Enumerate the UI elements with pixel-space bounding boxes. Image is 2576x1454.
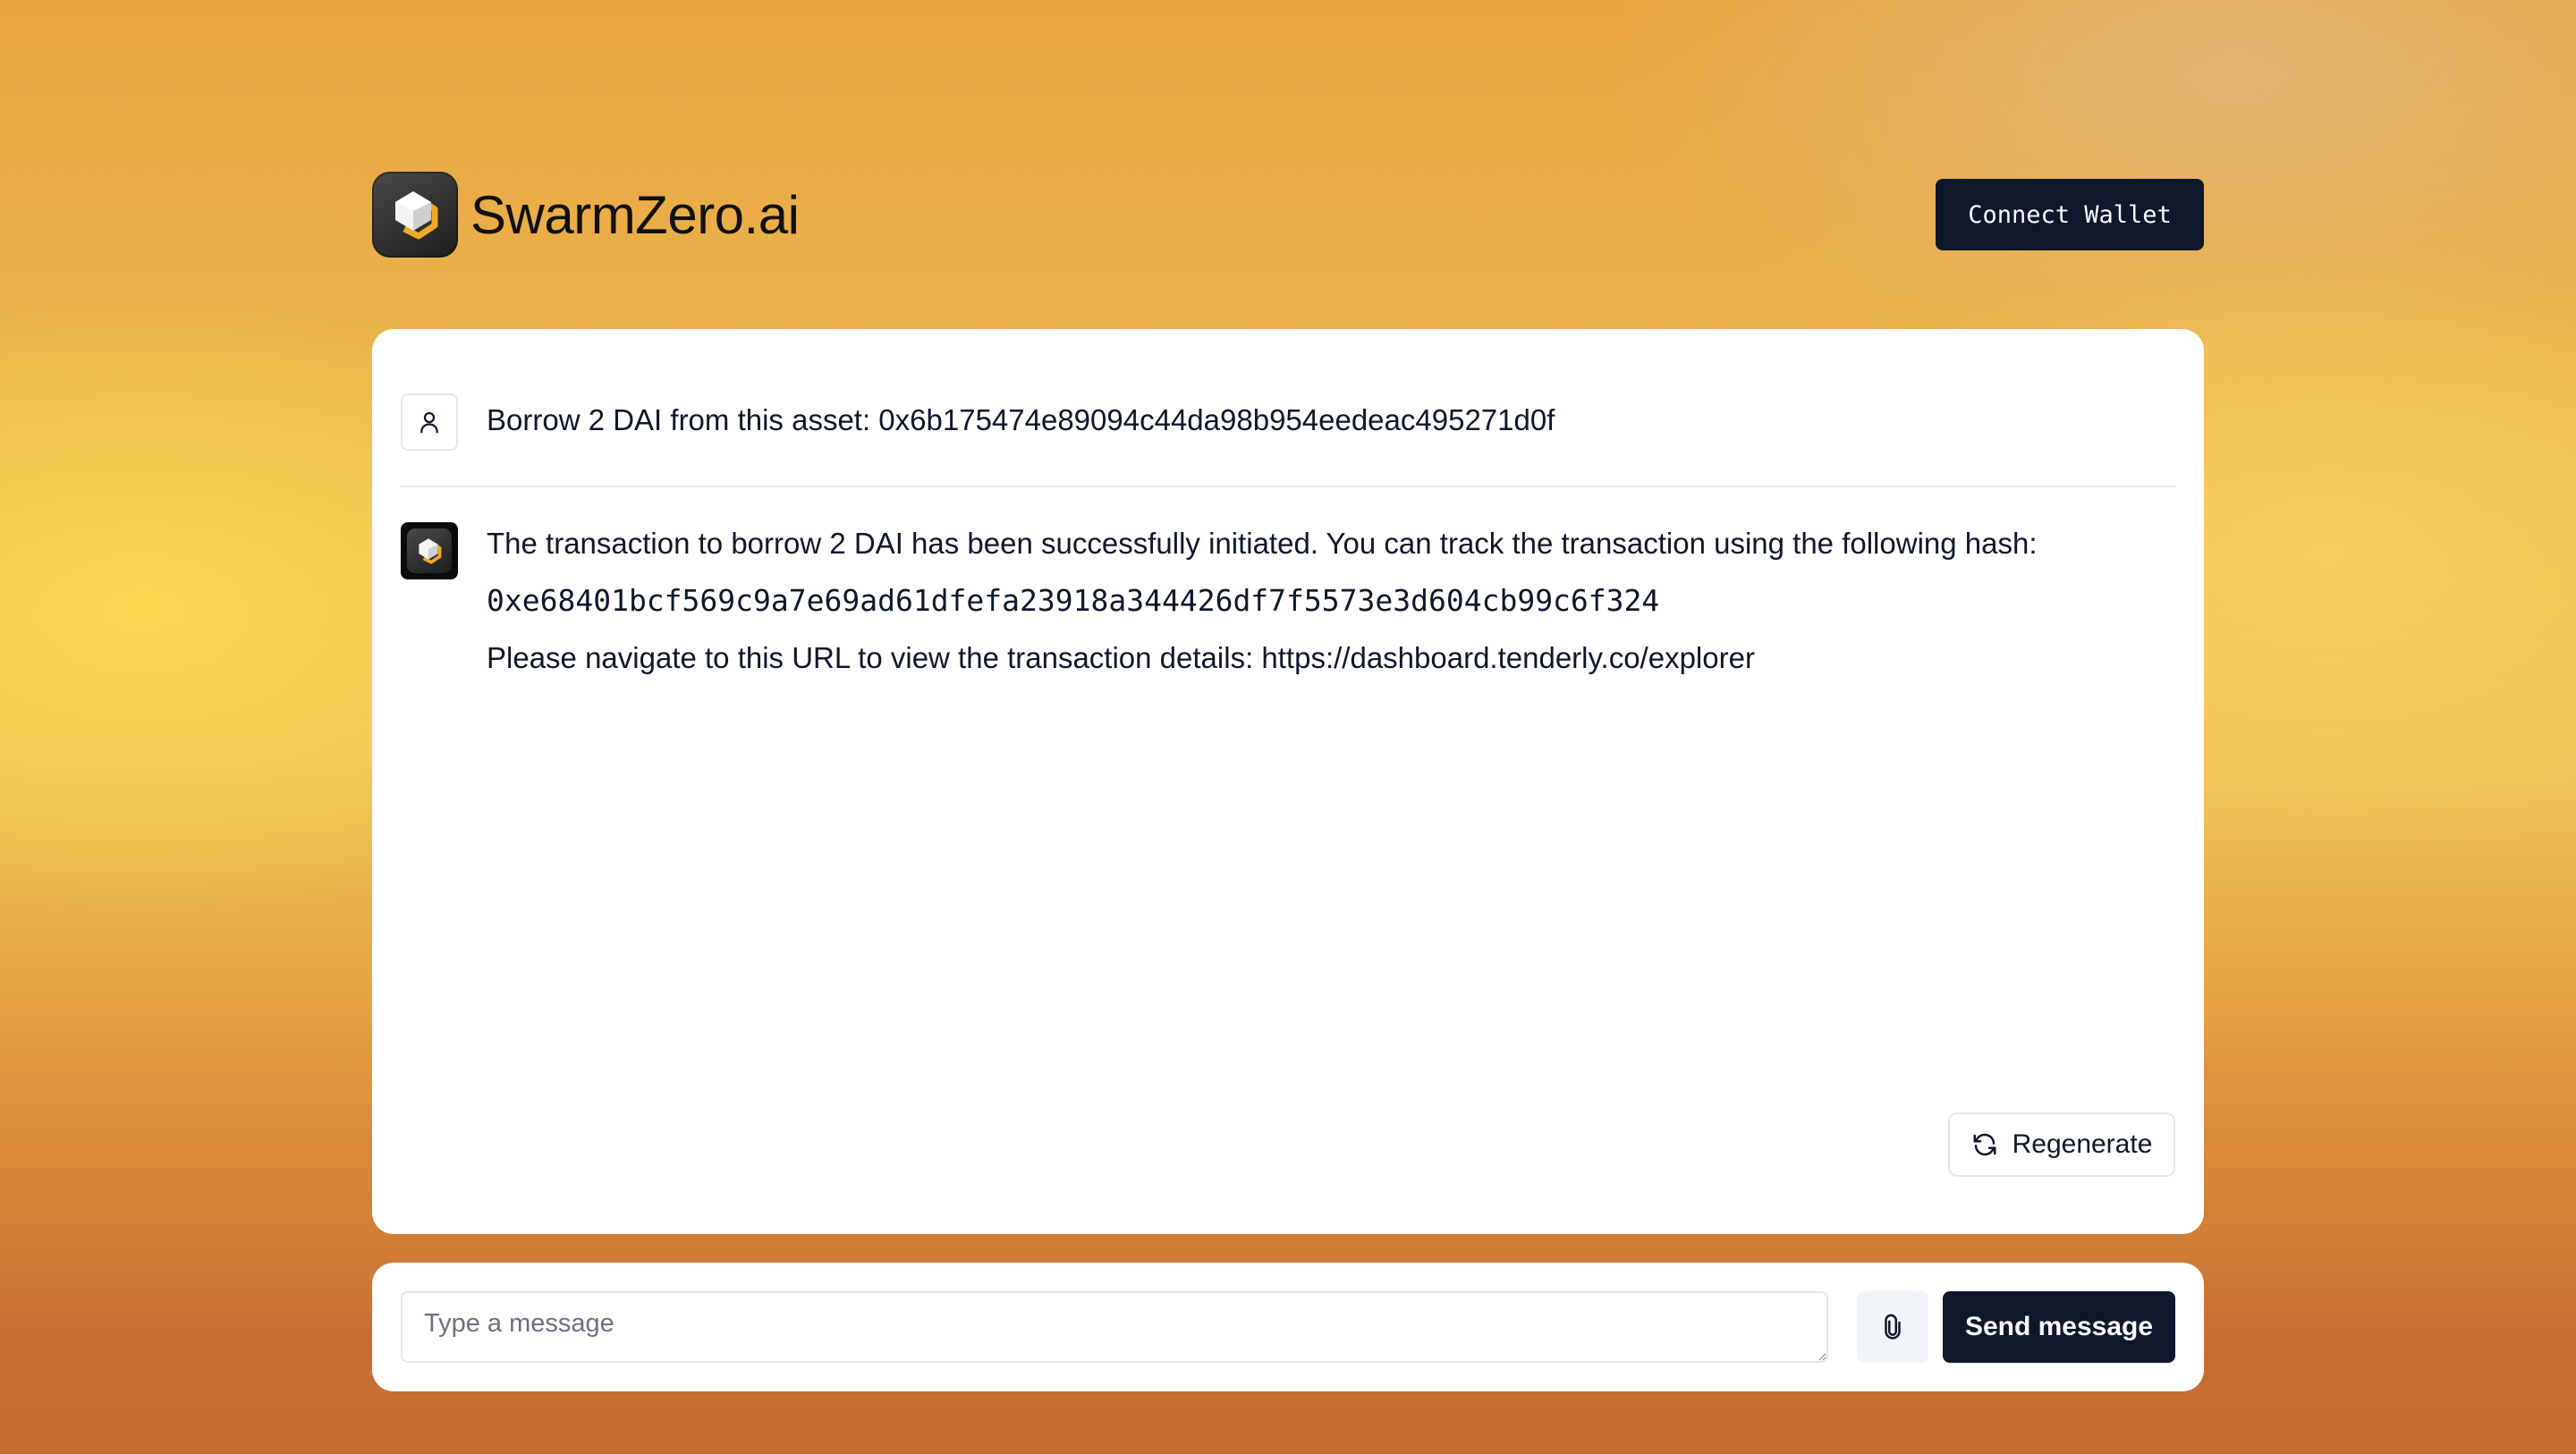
header: SwarmZero.ai Connect Wallet — [372, 172, 2204, 258]
brand[interactable]: SwarmZero.ai — [372, 172, 800, 258]
brand-name: SwarmZero.ai — [470, 184, 800, 245]
refresh-icon — [1973, 1133, 1996, 1156]
assistant-message-body: The transaction to borrow 2 DAI has been… — [487, 522, 2061, 680]
attach-button[interactable] — [1857, 1291, 1928, 1363]
send-message-button[interactable]: Send message — [1943, 1291, 2175, 1363]
user-message: Borrow 2 DAI from this asset: 0x6b175474… — [401, 393, 2175, 451]
user-avatar — [401, 393, 458, 451]
assistant-message-paragraph: Please navigate to this URL to view the … — [487, 641, 1755, 674]
chat-panel: Borrow 2 DAI from this asset: 0x6b175474… — [372, 329, 2204, 1234]
swarmzero-logo-icon — [407, 528, 452, 573]
regenerate-button[interactable]: Regenerate — [1948, 1112, 2175, 1177]
user-icon — [420, 411, 438, 434]
transaction-hash: 0xe68401bcf569c9a7e69ad61dfefa23918a3444… — [487, 583, 1660, 618]
assistant-message-paragraph: The transaction to borrow 2 DAI has been… — [487, 527, 2038, 560]
assistant-message: The transaction to borrow 2 DAI has been… — [401, 522, 2175, 680]
paperclip-icon — [1885, 1314, 1901, 1340]
composer: Send message — [372, 1263, 2204, 1391]
connect-wallet-button[interactable]: Connect Wallet — [1936, 179, 2204, 250]
swarmzero-logo-icon — [372, 172, 458, 258]
user-message-text: Borrow 2 DAI from this asset: 0x6b175474… — [487, 403, 1555, 436]
message-divider — [401, 486, 2175, 487]
regenerate-label: Regenerate — [2012, 1129, 2153, 1159]
assistant-avatar — [401, 522, 458, 579]
message-input[interactable] — [401, 1291, 1828, 1363]
